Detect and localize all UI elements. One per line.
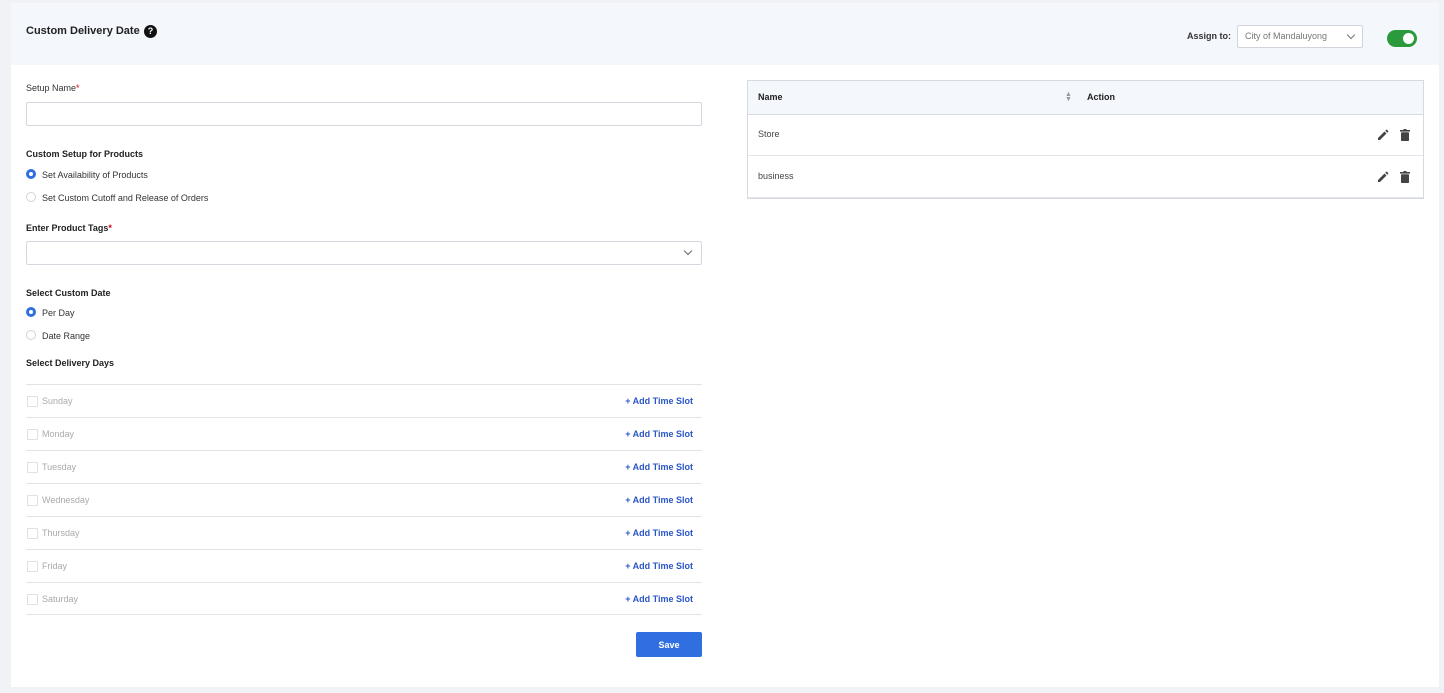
- radio-per-day-label: Per Day: [42, 308, 75, 318]
- day-row-thursday: Thursday + Add Time Slot: [26, 516, 702, 549]
- day-name: Wednesday: [42, 495, 90, 505]
- assign-to-value: City of Mandaluyong: [1245, 31, 1328, 41]
- trash-icon[interactable]: [1400, 129, 1410, 141]
- save-button[interactable]: Save: [636, 632, 702, 657]
- radio-date-range-label: Date Range: [42, 331, 91, 341]
- setup-name-label: Setup Name*: [26, 83, 80, 93]
- radio-set-cutoff[interactable]: [26, 192, 36, 202]
- day-row-saturday: Saturday + Add Time Slot: [26, 582, 702, 615]
- edit-icon[interactable]: [1377, 129, 1389, 141]
- table-header: Name ▲ ▼ Action: [748, 81, 1423, 115]
- add-time-slot-link[interactable]: + Add Time Slot: [625, 429, 693, 439]
- chevron-down-icon: [683, 246, 693, 256]
- custom-setup-label: Custom Setup for Products: [26, 149, 144, 159]
- assign-to-label: Assign to:: [1187, 31, 1231, 41]
- assign-to-select[interactable]: City of Mandaluyong: [1237, 25, 1363, 48]
- row-name: Store: [758, 129, 780, 139]
- add-time-slot-link[interactable]: + Add Time Slot: [625, 594, 693, 604]
- day-checkbox[interactable]: [27, 528, 38, 539]
- active-toggle[interactable]: [1387, 30, 1417, 47]
- day-row-monday: Monday + Add Time Slot: [26, 417, 702, 450]
- toggle-knob: [1403, 33, 1414, 44]
- day-checkbox[interactable]: [27, 429, 38, 440]
- product-tags-label: Enter Product Tags*: [26, 223, 112, 233]
- day-checkbox[interactable]: [27, 594, 38, 605]
- radio-per-day[interactable]: [26, 307, 36, 317]
- column-header-name[interactable]: Name: [758, 92, 783, 102]
- column-header-action: Action: [1087, 92, 1115, 102]
- page-header: Custom Delivery Date ? Assign to: City o…: [11, 3, 1439, 65]
- day-checkbox[interactable]: [27, 561, 38, 572]
- day-name: Sunday: [42, 396, 73, 406]
- radio-set-cutoff-label: Set Custom Cutoff and Release of Orders: [42, 193, 209, 203]
- day-name: Saturday: [42, 594, 79, 604]
- chevron-down-icon: [1346, 30, 1356, 40]
- delivery-days-label: Select Delivery Days: [26, 358, 115, 368]
- delivery-days-list: Sunday + Add Time Slot Monday + Add Time…: [26, 384, 702, 615]
- edit-icon[interactable]: [1377, 171, 1389, 183]
- day-row-wednesday: Wednesday + Add Time Slot: [26, 483, 702, 516]
- day-name: Friday: [42, 561, 68, 571]
- radio-set-availability[interactable]: [26, 169, 36, 179]
- page-title: Custom Delivery Date: [26, 25, 140, 37]
- day-name: Tuesday: [42, 462, 77, 472]
- radio-date-range[interactable]: [26, 330, 36, 340]
- add-time-slot-link[interactable]: + Add Time Slot: [625, 528, 693, 538]
- add-time-slot-link[interactable]: + Add Time Slot: [625, 462, 693, 472]
- day-row-sunday: Sunday + Add Time Slot: [26, 384, 702, 417]
- day-checkbox[interactable]: [27, 495, 38, 506]
- setup-name-input[interactable]: [26, 102, 702, 126]
- day-checkbox[interactable]: [27, 462, 38, 473]
- table-row: business: [748, 156, 1423, 198]
- add-time-slot-link[interactable]: + Add Time Slot: [625, 495, 693, 505]
- setups-table: Name ▲ ▼ Action Store business: [747, 80, 1424, 199]
- row-name: business: [758, 171, 794, 181]
- custom-delivery-card: Custom Delivery Date ? Assign to: City o…: [11, 3, 1439, 687]
- trash-icon[interactable]: [1400, 171, 1410, 183]
- add-time-slot-link[interactable]: + Add Time Slot: [625, 561, 693, 571]
- day-checkbox[interactable]: [27, 396, 38, 407]
- help-icon[interactable]: ?: [144, 25, 157, 38]
- product-tags-select[interactable]: [26, 241, 702, 265]
- day-name: Monday: [42, 429, 75, 439]
- table-row: Store: [748, 114, 1423, 156]
- day-row-tuesday: Tuesday + Add Time Slot: [26, 450, 702, 483]
- day-name: Thursday: [42, 528, 80, 538]
- add-time-slot-link[interactable]: + Add Time Slot: [625, 396, 693, 406]
- custom-date-label: Select Custom Date: [26, 288, 111, 298]
- sort-icon[interactable]: ▲ ▼: [1065, 91, 1072, 103]
- day-row-friday: Friday + Add Time Slot: [26, 549, 702, 582]
- radio-set-availability-label: Set Availability of Products: [42, 170, 148, 180]
